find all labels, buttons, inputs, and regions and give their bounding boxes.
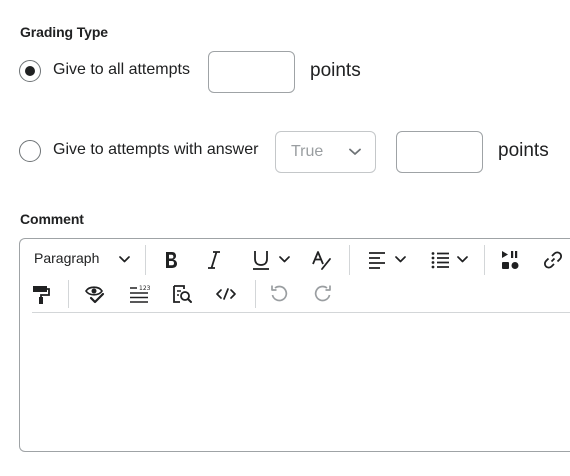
points-input-attempts-with-answer[interactable] — [396, 131, 483, 173]
link-icon[interactable] — [542, 248, 564, 272]
answer-select-value: True — [291, 143, 324, 160]
toolbar-divider — [484, 245, 485, 275]
option-attempts-with-answer-label[interactable]: Give to attempts with answer — [53, 141, 258, 159]
grading-type-heading: Grading Type — [20, 24, 108, 40]
radio-selected-dot — [25, 66, 35, 76]
list-icon[interactable] — [429, 249, 451, 271]
chevron-down-icon — [349, 148, 361, 156]
chevron-down-icon[interactable] — [394, 253, 406, 265]
accessibility-check-icon[interactable] — [83, 282, 107, 306]
underline-icon[interactable] — [249, 247, 273, 273]
format-painter-icon[interactable] — [30, 282, 52, 306]
toolbar-divider — [145, 245, 146, 275]
points-unit-all-attempts: points — [310, 60, 361, 81]
source-code-icon[interactable] — [214, 283, 238, 305]
undo-icon[interactable] — [268, 283, 290, 305]
radio-attempts-with-answer[interactable] — [19, 140, 41, 162]
media-icon[interactable] — [499, 248, 521, 272]
toolbar-divider — [68, 280, 69, 308]
toolbar-divider — [255, 280, 256, 308]
answer-select[interactable]: True — [275, 131, 376, 173]
toolbar-bottom-divider — [32, 312, 570, 313]
chevron-down-icon[interactable] — [456, 253, 468, 265]
redo-icon[interactable] — [312, 283, 334, 305]
comment-heading: Comment — [20, 211, 84, 227]
paragraph-format-dropdown[interactable]: Paragraph — [34, 250, 99, 266]
paragraph-format-label: Paragraph — [34, 250, 100, 266]
radio-all-attempts[interactable] — [19, 60, 41, 82]
chevron-down-icon[interactable] — [278, 253, 290, 265]
comment-editor-body[interactable] — [32, 318, 562, 446]
bold-icon[interactable] — [160, 248, 182, 272]
italic-icon[interactable] — [203, 248, 225, 272]
toolbar-divider — [349, 245, 350, 275]
points-input-all-attempts[interactable] — [208, 51, 295, 93]
svg-text:123: 123 — [139, 285, 150, 292]
align-icon[interactable] — [366, 249, 388, 271]
find-replace-icon[interactable] — [170, 282, 194, 306]
chevron-down-icon[interactable] — [118, 253, 130, 265]
format-clear-icon[interactable] — [310, 248, 334, 272]
word-count-icon[interactable]: 123 — [127, 282, 151, 306]
points-unit-attempts-with-answer: points — [498, 140, 549, 161]
option-all-attempts-label[interactable]: Give to all attempts — [53, 61, 190, 79]
